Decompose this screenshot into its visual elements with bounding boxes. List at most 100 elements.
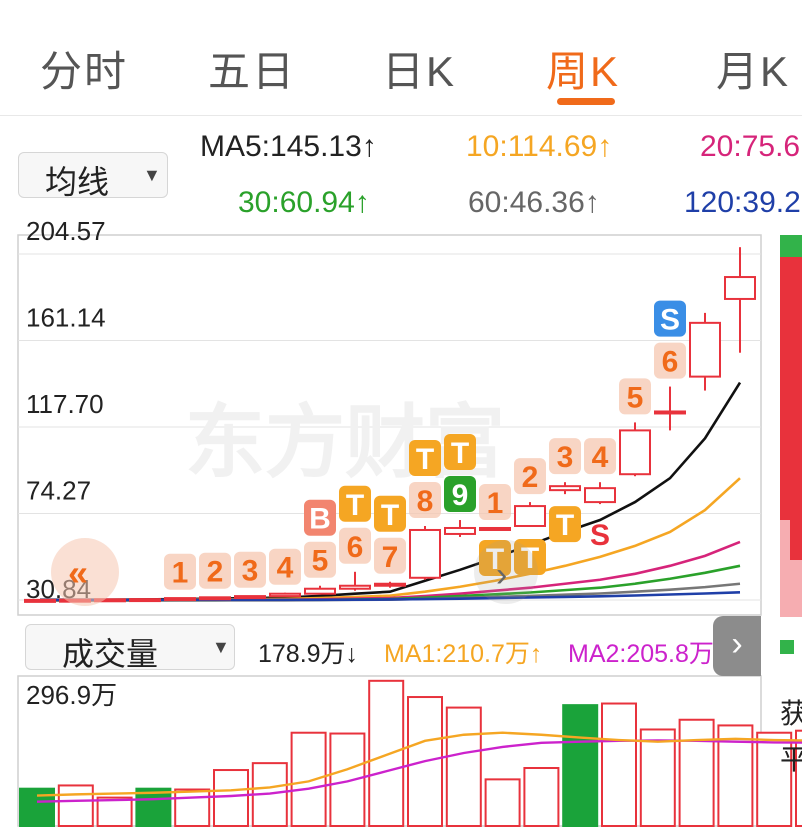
side-legend-swatch [780,640,794,654]
candle-body [654,410,686,415]
signal-marker-num: 7 [374,537,406,574]
signal-marker-num: 1 [479,483,511,520]
volume-bar [135,787,172,828]
candle-body [129,598,161,603]
signal-marker-label: 9 [452,479,469,512]
candle [164,597,196,602]
kline-chart: 东方财富 204.57161.14117.7074.2730.84 12345B… [17,216,802,828]
candle-body [339,584,371,590]
signal-marker-label: S [590,519,610,552]
price-tick-label: 161.14 [26,302,106,332]
price-tick-label: 74.27 [26,476,91,506]
candle-body [199,596,231,601]
candle [234,595,266,600]
double-chevron-left-icon: « [68,552,88,593]
candle [619,422,651,477]
candle [129,598,161,603]
side-label-gain: 获 [780,698,802,729]
signal-marker-num: 4 [584,438,616,475]
volume-bar [174,788,211,827]
volume-bar [678,718,715,827]
volume-axis-max: 296.9万 [26,680,117,710]
candle-body [234,595,266,600]
volume-bar [96,796,133,827]
signal-marker-label: 1 [487,487,504,520]
signal-marker-num: 6 [654,342,686,379]
side-order-book [780,235,802,617]
candle-body [164,597,196,602]
volume-indicator-select[interactable]: 成交量 ▼ [25,624,235,672]
candle [269,592,301,598]
volume-indicator-label: 成交量 [62,636,159,672]
volume-bar [329,732,366,827]
signal-marker-num: 2 [199,552,231,589]
volume-bar [445,706,482,827]
scroll-right-button[interactable]: › [474,540,538,604]
chevron-down-icon: ▼ [212,637,230,657]
candle-body [514,505,546,527]
scroll-left-button[interactable]: « [51,538,119,606]
signal-marker-label: 7 [382,541,399,574]
expand-panel-button[interactable]: › [713,616,761,676]
signal-marker-num: 3 [549,438,581,475]
signal-marker-label: 3 [557,441,574,474]
candle-body [24,598,56,603]
volume-bar [523,767,560,827]
signal-marker-buy: B [304,499,336,536]
signal-marker-label: 6 [347,531,364,564]
signal-marker-label: 5 [627,381,644,414]
volume-current-value: 178.9万↓ [258,640,359,668]
signal-marker-t: T [339,485,371,522]
volume-bar [57,784,94,828]
signal-marker-sell: S [654,300,686,337]
signal-marker-num: 6 [339,527,371,564]
volume-bar [290,731,327,828]
signal-marker-t: T [409,439,441,476]
signal-marker-t: T [374,495,406,532]
candle [24,598,56,603]
signal-marker-num: 4 [269,548,301,585]
candle-body [549,485,581,492]
side-label-flat: 平 [780,744,802,775]
candle-body [724,276,756,300]
signal-marker-label: S [660,304,680,337]
signal-marker-label: 1 [172,557,189,590]
signal-marker-label: T [346,489,364,522]
signal-marker-t: T [549,506,581,542]
candle-body [584,487,616,504]
candle-body [444,526,476,535]
signal-marker-s: S [590,519,610,552]
volume-bar [562,704,599,828]
candle [479,526,511,531]
signal-marker-label: 6 [662,346,679,379]
signal-marker-label: T [451,437,469,470]
signal-marker-num: 5 [619,378,651,415]
signal-marker-t: T [444,434,476,471]
signal-marker-num: 2 [514,458,546,495]
volume-bar [601,702,637,827]
candle [199,596,231,601]
price-tick-label: 117.70 [26,389,104,419]
candle [409,525,441,580]
signal-marker-label: 2 [522,461,539,494]
signal-marker-num: 1 [164,553,196,590]
signal-marker-num: 3 [234,551,266,588]
candle-body [269,592,301,598]
volume-bar [368,679,405,827]
signal-marker-label: T [381,499,399,532]
signal-marker-label: 2 [207,556,224,589]
volume-bar [213,769,249,827]
signal-marker-label: T [416,443,434,476]
signal-marker-label: T [556,509,574,542]
candle [514,502,546,527]
signal-marker-label: 5 [312,545,329,578]
chevron-right-icon: › [496,556,507,594]
price-tick-label: 204.57 [26,216,106,246]
signal-marker-label: 3 [242,555,259,588]
signal-marker-label: 4 [592,441,609,474]
candle-body [409,528,441,579]
candle-body [619,429,651,476]
signal-marker-label: 8 [417,485,434,518]
volume-bar [639,728,676,828]
volume-ma2-value: MA2:205.8万↑ [568,640,727,668]
